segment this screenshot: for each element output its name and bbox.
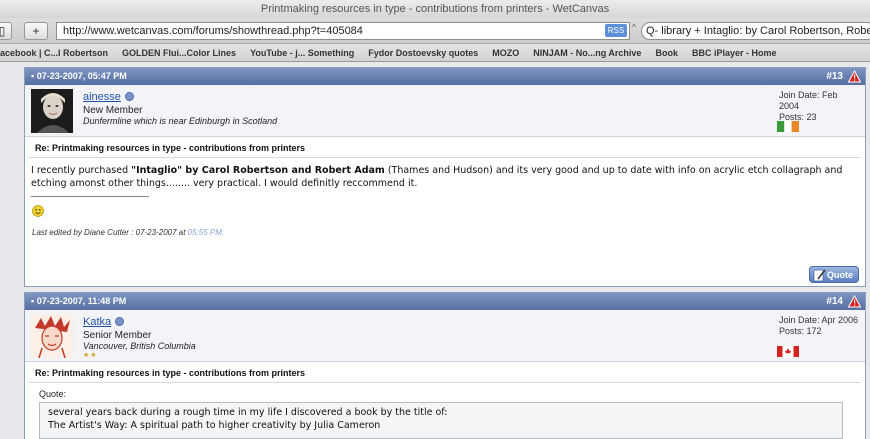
bookmark-item[interactable]: NINJAM - No...ng Archive [533, 44, 641, 61]
post-13: ▪ 07-23-2007, 05:47 PM #13 ainesse New M… [24, 67, 866, 287]
edited-time: 05:55 PM. [187, 228, 225, 237]
add-tab-button[interactable]: + [24, 22, 48, 40]
post-date: 07-23-2007, 05:47 PM [36, 71, 127, 81]
bookmark-item[interactable]: acebook | C...l Robertson [0, 44, 108, 61]
smiley-icon [32, 205, 44, 217]
user-info: Katka Senior Member Vancouver, British C… [25, 310, 865, 362]
flag-canada-icon [777, 346, 799, 357]
flag-ireland-icon [777, 121, 799, 132]
quote-text: The Artist's Way: A spiritual path to hi… [48, 420, 381, 431]
quote-text: several years back during a rough time i… [48, 407, 448, 418]
bookmark-item[interactable]: BBC iPlayer - Home [692, 44, 777, 61]
chevron-up-icon[interactable]: ^ [632, 23, 636, 32]
join-date: Join Date: Feb 2004 [779, 90, 838, 111]
browser-toolbar: ▯ + http://www.wetcanvas.com/forums/show… [0, 18, 870, 44]
user-location: Vancouver, British Columbia [83, 341, 196, 351]
quote-pen-icon [813, 269, 826, 282]
user-title: New Member [83, 105, 143, 116]
edited-note: Last edited by Diane Cutter : 07-23-2007… [25, 220, 865, 237]
quote-button[interactable]: Quote [809, 266, 859, 283]
post-header: ▪ 07-23-2007, 11:48 PM #14 [25, 293, 865, 310]
post-text-bold: "Intaglio" by Carol Robertson and Robert… [131, 165, 385, 176]
bookmark-item[interactable]: Fydor Dostoevsky quotes [368, 44, 478, 61]
quote-block: several years back during a rough time i… [39, 402, 843, 439]
edited-text: Last edited by Diane Cutter : 07-23-2007… [32, 228, 188, 237]
post-count: Posts: 172 [779, 326, 822, 336]
user-location: Dunfermline which is near Edinburgh in S… [83, 116, 278, 126]
post-number-link[interactable]: #14 [826, 293, 843, 310]
user-stats: Join Date: Apr 2006 Posts: 172 [779, 315, 859, 337]
back-button[interactable]: ▯ [0, 22, 12, 40]
user-info: ainesse New Member Dunfermline which is … [25, 85, 865, 137]
post-text: I recently purchased [31, 165, 132, 176]
warning-icon[interactable] [848, 295, 861, 308]
address-bar[interactable]: http://www.wetcanvas.com/forums/showthre… [56, 22, 630, 40]
rss-icon[interactable]: RSS [605, 24, 627, 37]
avatar[interactable] [31, 89, 73, 133]
username-link[interactable]: ainesse [83, 91, 134, 103]
signature-divider [31, 196, 149, 197]
quote-button-label[interactable]: Quote [827, 270, 853, 280]
window-title: Printmaking resources in type - contribu… [0, 0, 870, 18]
post-body: I recently purchased "Intaglio" by Carol… [25, 158, 865, 190]
username-text[interactable]: Katka [83, 316, 111, 328]
forum-content: ▪ 07-23-2007, 05:47 PM #13 ainesse New M… [0, 63, 870, 439]
post-title: Re: Printmaking resources in type - cont… [29, 137, 861, 158]
bookmark-item[interactable]: Book [655, 44, 678, 61]
username-text[interactable]: ainesse [83, 91, 121, 103]
bookmark-item[interactable]: YouTube - j... Something [250, 44, 354, 61]
post-header: ▪ 07-23-2007, 05:47 PM #13 [25, 68, 865, 85]
user-title: Senior Member [83, 330, 152, 341]
warning-icon[interactable] [848, 70, 861, 83]
online-status-icon [124, 92, 134, 101]
bookmarks-bar: acebook | C...l Robertson GOLDEN Flui...C… [0, 44, 870, 62]
search-input[interactable]: Q- library + Intaglio: by Carol Robertso… [641, 22, 870, 40]
post-number-link[interactable]: #13 [826, 68, 843, 85]
join-date: Join Date: Apr 2006 [779, 315, 859, 325]
online-status-icon [115, 317, 125, 326]
avatar[interactable] [31, 314, 73, 358]
username-link[interactable]: Katka [83, 316, 125, 328]
post-date: 07-23-2007, 11:48 PM [36, 296, 127, 306]
bookmark-item[interactable]: MOZO [492, 44, 519, 61]
post-14: ▪ 07-23-2007, 11:48 PM #14 Katka Senior … [24, 292, 866, 439]
reputation-stars: ★★ [83, 352, 98, 359]
post-title: Re: Printmaking resources in type - cont… [29, 362, 861, 383]
bookmark-item[interactable]: GOLDEN Flui...Color Lines [122, 44, 236, 61]
quote-label: Quote: [39, 389, 67, 399]
user-stats: Join Date: Feb 2004 Posts: 23 [779, 90, 859, 123]
